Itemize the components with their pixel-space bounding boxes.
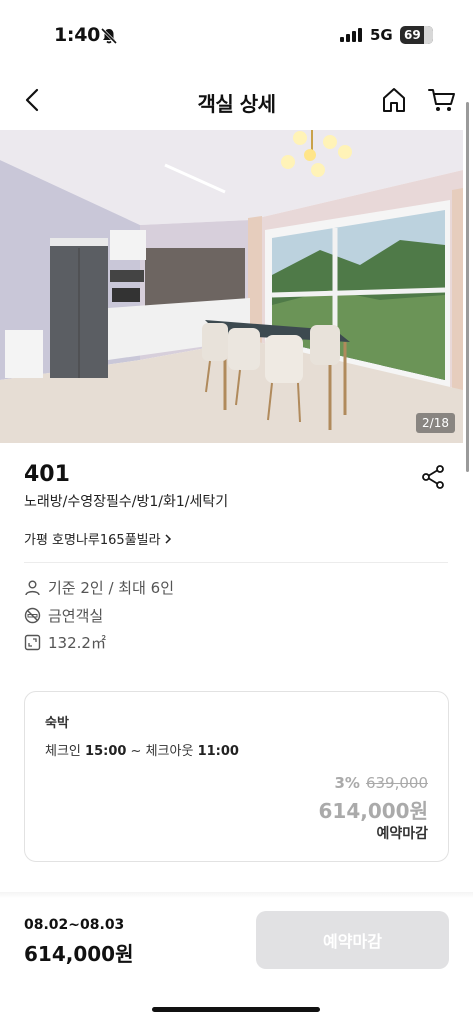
- share-icon[interactable]: [420, 464, 446, 490]
- cart-icon[interactable]: [427, 86, 457, 114]
- room-name: 401: [24, 462, 70, 487]
- stay-type: 숙박: [45, 716, 69, 731]
- no-smoking-icon: [24, 607, 41, 624]
- top-nav: 객실 상세: [0, 70, 473, 130]
- battery-level: 69: [404, 28, 421, 42]
- checkout-time: 11:00: [197, 744, 239, 759]
- bottom-bar-divider: [0, 892, 473, 898]
- checkin-label: 체크인: [45, 744, 81, 759]
- time-separator: ~: [126, 744, 146, 759]
- photo-counter: 2/18: [416, 413, 455, 433]
- home-indicator[interactable]: [152, 1007, 320, 1012]
- checkin-checkout-times: 체크인 15:00 ~ 체크아웃 11:00: [45, 740, 239, 759]
- signal-icon: [340, 28, 364, 42]
- room-photo[interactable]: 2/18: [0, 130, 463, 443]
- spec-area-text: 132.2㎡: [48, 634, 106, 652]
- room-photo-image: [0, 130, 463, 443]
- card-price: 614,000원: [318, 799, 429, 823]
- reserve-button[interactable]: 예약마감: [256, 911, 449, 969]
- bell-off-icon: [100, 27, 118, 45]
- spec-capacity-text: 기준 2인 / 최대 6인: [48, 579, 175, 597]
- selected-dates: 08.02~08.03: [24, 917, 125, 933]
- spec-capacity: 기준 2인 / 최대 6인: [24, 577, 174, 598]
- network-type: 5G: [370, 26, 393, 44]
- original-price: 639,000: [365, 774, 428, 792]
- property-link[interactable]: 가평 호명나루165풀빌라: [24, 529, 173, 548]
- spec-nonsmoking: 금연객실: [24, 605, 103, 626]
- spec-nonsmoking-text: 금연객실: [48, 607, 104, 625]
- home-icon[interactable]: [380, 86, 408, 114]
- spec-area: 132.2㎡: [24, 632, 106, 653]
- battery-icon: 69: [400, 26, 433, 44]
- discount-rate: 3%: [334, 774, 360, 792]
- area-icon: [24, 634, 41, 651]
- booking-option-card[interactable]: 숙박 체크인 15:00 ~ 체크아웃 11:00 3% 639,000 614,…: [24, 691, 449, 862]
- checkin-time: 15:00: [85, 744, 127, 759]
- room-tags: 노래방/수영장필수/방1/화1/세탁기: [24, 494, 229, 510]
- checkout-label: 체크아웃: [145, 744, 194, 759]
- divider: [24, 562, 448, 563]
- person-icon: [25, 580, 40, 596]
- property-link-label: 가평 호명나루165풀빌라: [24, 533, 161, 548]
- discount-row: 3% 639,000: [335, 774, 429, 792]
- card-status: 예약마감: [376, 826, 428, 842]
- scrollbar[interactable]: [466, 102, 469, 472]
- status-time: 1:40: [54, 24, 101, 46]
- chevron-right-icon: [165, 533, 171, 544]
- total-price: 614,000원: [24, 942, 134, 966]
- status-bar: 1:40 5G 69: [0, 0, 473, 70]
